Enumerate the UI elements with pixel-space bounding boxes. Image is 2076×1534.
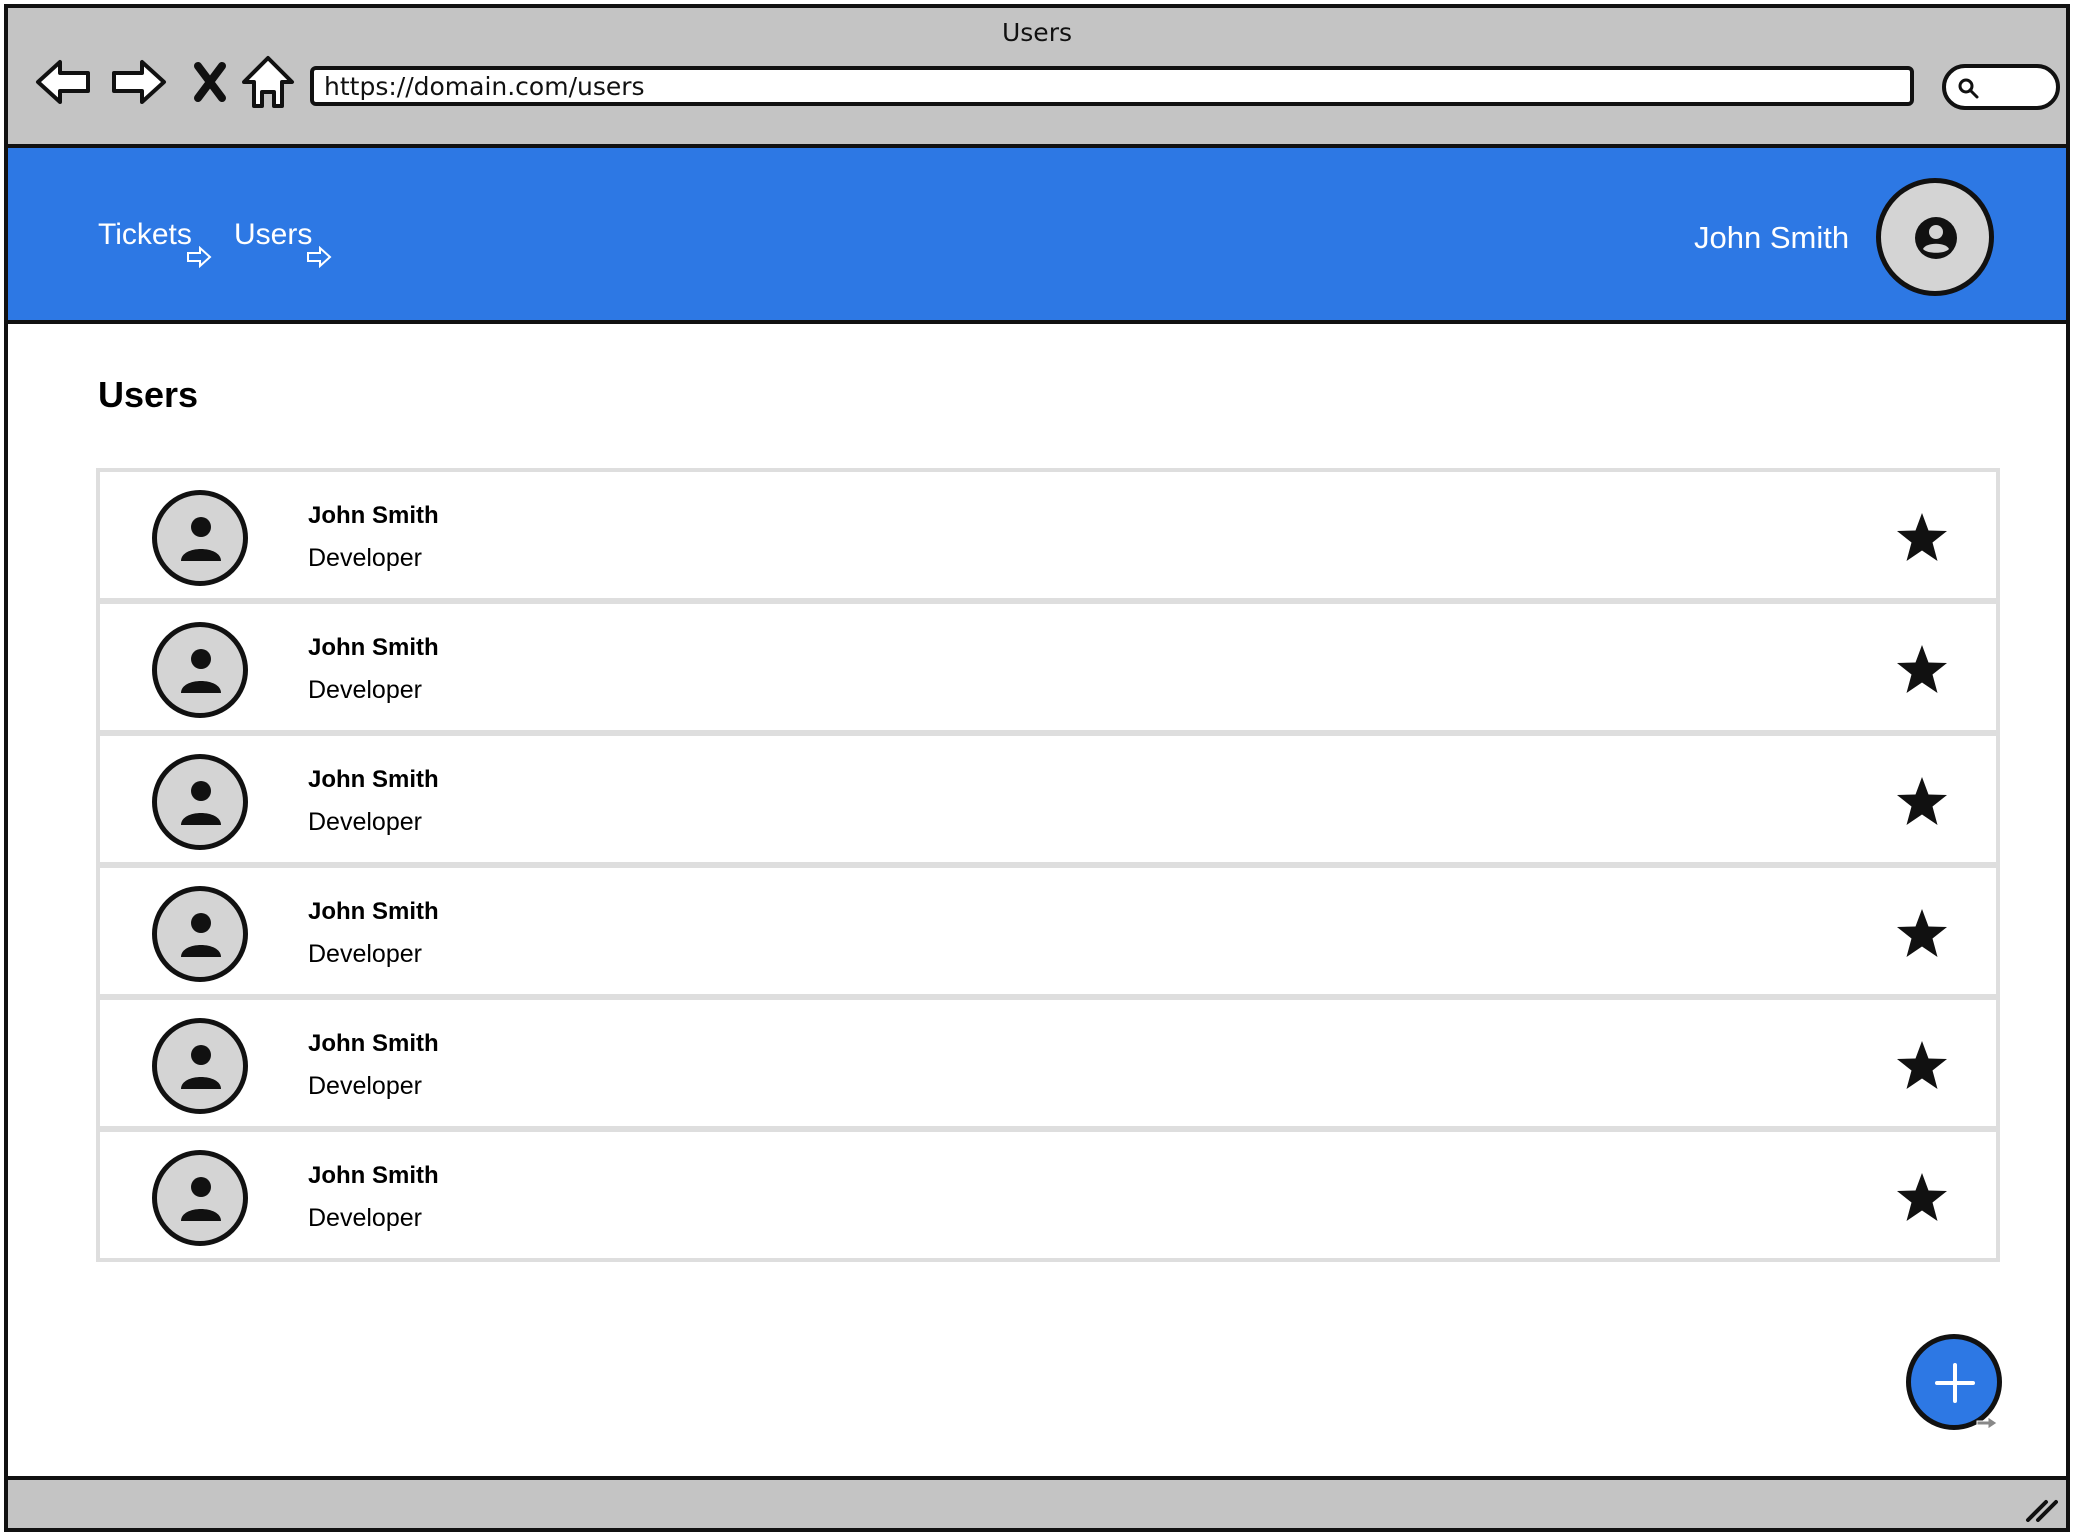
search-icon — [1958, 78, 1979, 99]
home-icon[interactable] — [238, 52, 298, 112]
user-list: John Smith Developer John Smith Developer Jo… — [96, 468, 2000, 1262]
user-list-item[interactable]: John Smith Developer — [96, 996, 2000, 1130]
status-bar — [8, 1476, 2066, 1528]
window-title: Users — [1001, 18, 1072, 47]
account-circle-icon[interactable] — [1876, 178, 1994, 296]
user-avatar-icon — [152, 1018, 248, 1114]
user-list-item[interactable]: John Smith Developer — [96, 864, 2000, 998]
user-role: Developer — [308, 1204, 422, 1232]
user-name: John Smith — [308, 502, 439, 529]
user-list-item[interactable]: John Smith Developer — [96, 732, 2000, 866]
resize-grip-icon[interactable] — [2024, 1494, 2058, 1522]
user-avatar-icon — [152, 490, 248, 586]
link-cursor-icon — [307, 246, 332, 268]
plus-icon — [1935, 1363, 1975, 1403]
star-icon[interactable] — [1894, 642, 1950, 698]
browser-toolbar: Users — [8, 8, 2066, 148]
user-list-item[interactable]: John Smith Developer — [96, 1128, 2000, 1262]
app-header: Tickets Users John Smith — [8, 148, 2066, 324]
user-name: John Smith — [308, 634, 439, 661]
user-avatar-icon — [152, 1150, 248, 1246]
user-avatar-icon — [152, 886, 248, 982]
star-icon[interactable] — [1894, 906, 1950, 962]
user-avatar-icon — [152, 754, 248, 850]
user-list-item[interactable]: John Smith Developer — [96, 468, 2000, 602]
user-name: John Smith — [308, 1162, 439, 1189]
user-name: John Smith — [308, 898, 439, 925]
back-arrow-icon[interactable] — [34, 52, 94, 112]
link-cursor-icon — [1976, 1416, 1998, 1430]
star-icon[interactable] — [1894, 774, 1950, 830]
user-role: Developer — [308, 544, 422, 572]
user-list-item[interactable]: John Smith Developer — [96, 600, 2000, 734]
user-name: John Smith — [308, 766, 439, 793]
user-role: Developer — [308, 808, 422, 836]
link-cursor-icon — [186, 246, 212, 268]
current-user-name: John Smith — [1694, 220, 1850, 255]
browser-window: Users Tickets Users John Smith — [4, 4, 2070, 1532]
user-role: Developer — [308, 940, 422, 968]
nav-link-label: Tickets — [98, 218, 192, 251]
user-role: Developer — [308, 1072, 422, 1100]
user-avatar-icon — [152, 622, 248, 718]
forward-arrow-icon[interactable] — [108, 52, 168, 112]
page-title: Users — [98, 374, 199, 415]
nav-link-tickets[interactable]: Tickets — [98, 218, 212, 268]
user-name: John Smith — [308, 1030, 439, 1057]
nav-link-label: Users — [234, 218, 313, 251]
url-input[interactable] — [310, 66, 1914, 106]
user-role: Developer — [308, 676, 422, 704]
browser-search-box[interactable] — [1942, 64, 2060, 110]
close-icon[interactable] — [180, 52, 240, 112]
star-icon[interactable] — [1894, 510, 1950, 566]
star-icon[interactable] — [1894, 1038, 1950, 1094]
star-icon[interactable] — [1894, 1170, 1950, 1226]
nav-link-users[interactable]: Users — [234, 218, 332, 268]
